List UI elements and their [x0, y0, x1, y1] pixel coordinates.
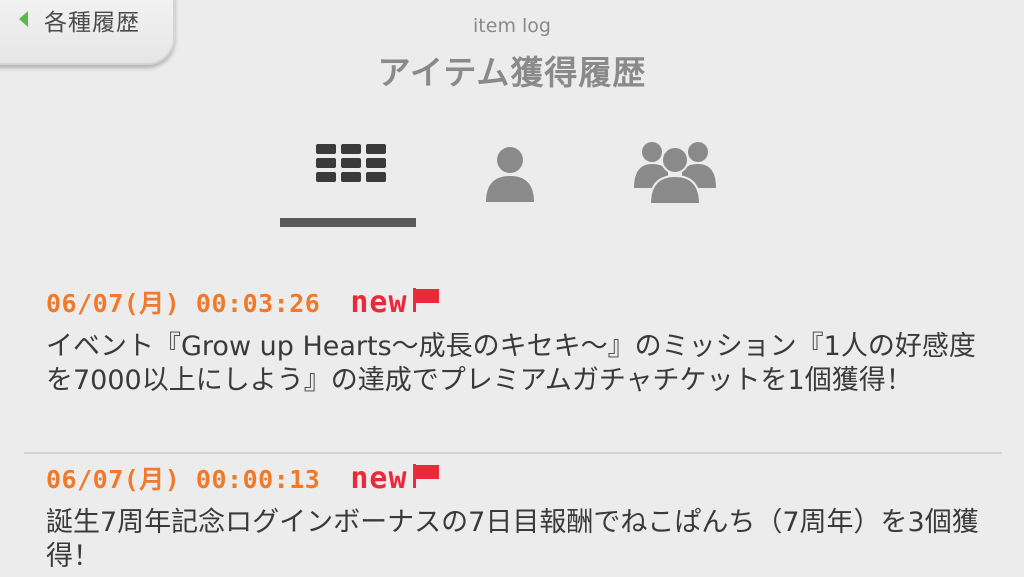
filter-tabs [0, 130, 1024, 230]
tab-person[interactable] [470, 130, 550, 230]
flag-icon [412, 288, 439, 312]
new-badge: new [350, 284, 408, 320]
tab-all[interactable] [280, 130, 416, 230]
tab-selected-indicator [280, 218, 416, 227]
item-log-list: 06/07(月) 00:03:26 new イベント『Grow up Heart… [0, 280, 1024, 574]
entry-timestamp: 06/07(月) 00:00:13 [46, 465, 321, 494]
group-icon [634, 142, 716, 205]
entry-timestamp: 06/07(月) 00:03:26 [46, 289, 321, 318]
new-badge: new [350, 460, 408, 496]
tab-group[interactable] [630, 130, 720, 230]
person-icon [486, 147, 534, 202]
entry-header: 06/07(月) 00:00:13 new [46, 456, 1024, 500]
entry-divider [24, 452, 1002, 454]
grid-icon [316, 144, 386, 182]
page-title: アイテム獲得履歴 [377, 53, 647, 92]
list-item: 06/07(月) 00:03:26 new イベント『Grow up Heart… [0, 280, 1024, 450]
entry-message: イベント『Grow up Hearts～成長のキセキ～』のミッション『1人の好感… [46, 331, 976, 396]
entry-header: 06/07(月) 00:03:26 new [46, 280, 1024, 324]
list-item: 06/07(月) 00:00:13 new 誕生7周年記念ログインボーナスの7日… [0, 456, 1024, 574]
entry-message: 誕生7周年記念ログインボーナスの7日目報酬でねこぱんち（7周年）を3個獲得！ [46, 507, 979, 572]
page-subtitle: item log [473, 15, 551, 37]
flag-icon [412, 464, 439, 488]
